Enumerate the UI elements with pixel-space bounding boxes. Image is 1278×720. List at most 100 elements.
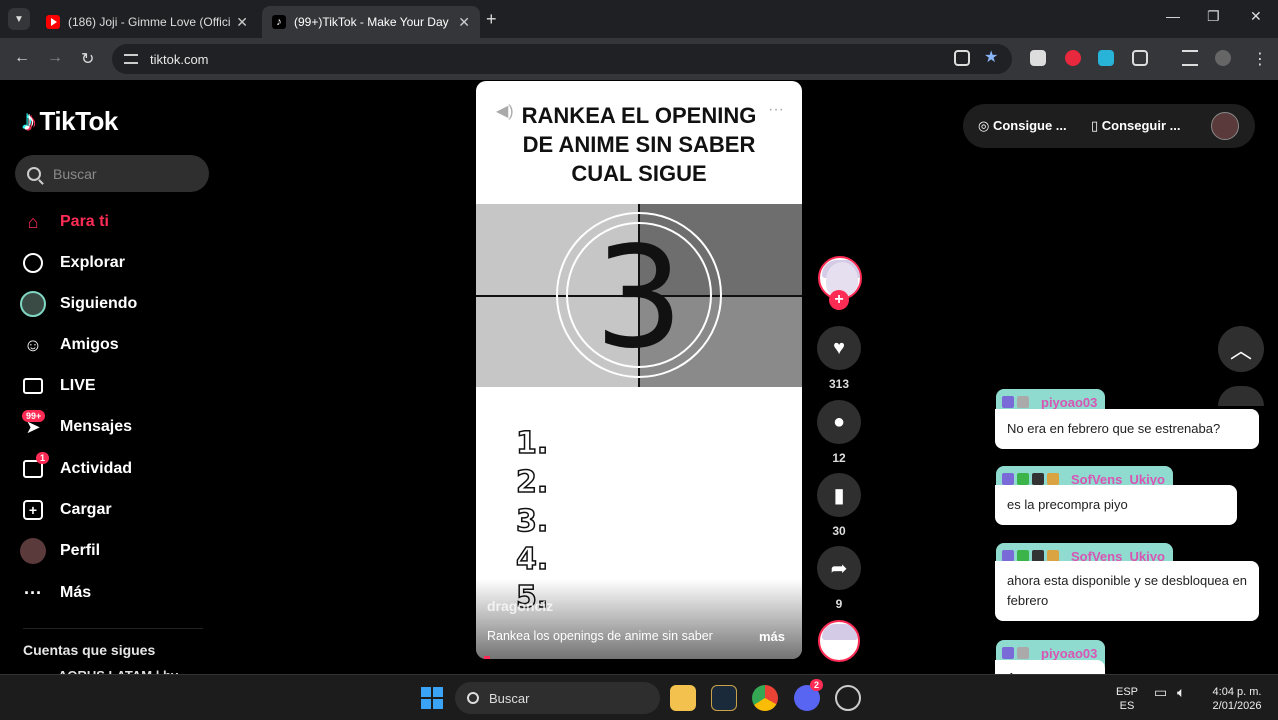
- tab-search-button[interactable]: ▼: [8, 8, 30, 30]
- tab-tiktok[interactable]: ♪ (99+)TikTok - Make Your Day ✕: [262, 6, 480, 38]
- tab-title: (99+)TikTok - Make Your Day: [294, 15, 449, 29]
- get-coins-label: Consigue ...: [992, 118, 1067, 133]
- get-app-button[interactable]: ▯ Conseguir ...: [1091, 118, 1181, 134]
- search-placeholder: Buscar: [53, 165, 97, 182]
- upload-icon: +: [20, 497, 46, 523]
- search-input[interactable]: Buscar: [15, 155, 209, 192]
- sidebar-item-actividad[interactable]: 1 Actividad: [20, 452, 133, 484]
- bookmark-star-icon[interactable]: ★: [984, 47, 998, 67]
- close-tab-icon[interactable]: ✕: [458, 14, 470, 31]
- new-tab-button[interactable]: +: [486, 9, 497, 30]
- chrome-menu-icon[interactable]: ⋮: [1252, 49, 1268, 69]
- video-player[interactable]: RANKEA EL OPENING DE ANIME SIN SABER CUA…: [476, 81, 802, 659]
- extension-icon[interactable]: [1030, 50, 1046, 66]
- sidebar-item-cargar[interactable]: + Cargar: [20, 495, 112, 525]
- browser-toolbar: ← → ↻ tiktok.com ★ ⋮: [0, 38, 1278, 80]
- sidebar-item-perfil[interactable]: Perfil: [20, 536, 100, 566]
- sound-disc-avatar[interactable]: [818, 620, 860, 662]
- activity-icon: 1: [20, 452, 50, 482]
- sidebar-item-mensajes[interactable]: ➤ 99+ Mensajes: [20, 410, 133, 442]
- rank-number: 2.: [515, 464, 549, 501]
- logo-text: TikTok: [39, 105, 119, 136]
- badge-icon: [1002, 473, 1014, 485]
- sidebar-item-label: Actividad: [60, 460, 133, 477]
- site-settings-icon[interactable]: [124, 54, 138, 64]
- sidebar-item-live[interactable]: LIVE: [20, 371, 96, 401]
- minimize-icon[interactable]: —: [1166, 8, 1180, 24]
- badge-icon: [1032, 473, 1044, 485]
- sidebar-item-amigos[interactable]: ☺ Amigos: [20, 330, 119, 360]
- video-progress-bar[interactable]: [484, 656, 490, 659]
- file-explorer-icon[interactable]: [670, 685, 696, 711]
- comment-count: 12: [832, 451, 846, 465]
- chat-username-text: piyoao03: [1041, 394, 1098, 410]
- previous-video-button[interactable]: ︿: [1218, 326, 1264, 372]
- discord-icon[interactable]: 2: [794, 679, 824, 711]
- search-icon: [27, 166, 41, 181]
- sidebar-item-siguiendo[interactable]: Siguiendo: [20, 289, 137, 319]
- video-more-icon[interactable]: ···: [768, 101, 784, 119]
- install-app-icon[interactable]: [954, 50, 970, 66]
- header-actions: ◎ Consigue ... ▯ Conseguir ...: [963, 104, 1255, 148]
- league-client-icon[interactable]: [711, 685, 737, 711]
- close-tab-icon[interactable]: ✕: [236, 14, 248, 31]
- back-icon[interactable]: ←: [14, 49, 30, 67]
- sidebar-item-mas[interactable]: ··· Más: [20, 578, 91, 608]
- heart-icon: ♥: [833, 336, 845, 359]
- next-video-button[interactable]: [1218, 386, 1264, 406]
- extension-red-icon[interactable]: [1065, 50, 1081, 66]
- share-count: 9: [835, 597, 843, 611]
- chevron-up-icon: ︿: [1229, 338, 1252, 363]
- close-window-icon[interactable]: ✕: [1250, 8, 1262, 25]
- volume-icon[interactable]: 🔈︎: [1177, 685, 1185, 699]
- rank-number: 4.: [515, 541, 549, 578]
- sidebar-item-para-ti[interactable]: ⌂ Para ti: [20, 207, 109, 237]
- badge-icon: [1002, 396, 1014, 408]
- puzzle-icon[interactable]: [1132, 50, 1148, 66]
- video-author[interactable]: dragonciz: [487, 598, 553, 614]
- youtube-icon: [46, 15, 60, 29]
- sidebar-item-label: LIVE: [60, 377, 96, 394]
- tiktok-logo[interactable]: ♪ TikTok: [22, 105, 118, 137]
- save-button[interactable]: ▮: [817, 473, 861, 517]
- address-bar[interactable]: tiktok.com: [112, 44, 1012, 74]
- extension-translate-icon[interactable]: [1098, 50, 1114, 66]
- share-arrow-icon: ➦: [830, 557, 848, 580]
- windows-start-icon[interactable]: [421, 687, 443, 709]
- tiktok-note-icon: ♪: [22, 105, 36, 136]
- sidebar-item-explorar[interactable]: Explorar: [20, 248, 125, 278]
- network-icon[interactable]: ▭: [1154, 685, 1167, 699]
- clock[interactable]: 4:04 p. m. 2/01/2026: [1204, 685, 1270, 713]
- badge-icon: [1017, 396, 1029, 408]
- sidebar-item-label: Más: [60, 584, 92, 601]
- sidebar-item-label: Mensajes: [60, 418, 133, 435]
- profile-icon[interactable]: [1215, 50, 1231, 66]
- language-indicator[interactable]: ESP ES: [1116, 685, 1138, 713]
- comment-button[interactable]: ●: [817, 400, 861, 444]
- share-button[interactable]: ➦: [817, 546, 861, 590]
- sidebar-item-label: Amigos: [60, 336, 119, 353]
- restore-icon[interactable]: ❐: [1207, 8, 1220, 25]
- forward-icon[interactable]: →: [47, 49, 63, 67]
- follow-plus-button[interactable]: +: [829, 290, 849, 310]
- title-line: CUAL SIGUE: [571, 161, 707, 186]
- video-caption-fade: [476, 579, 802, 659]
- taskbar-search[interactable]: Buscar: [455, 682, 660, 714]
- tab-youtube[interactable]: (186) Joji - Gimme Love (Officia ✕: [36, 6, 258, 38]
- user-avatar[interactable]: [1211, 112, 1239, 140]
- like-button[interactable]: ♥: [817, 326, 861, 370]
- chrome-icon[interactable]: [752, 685, 778, 711]
- reload-icon[interactable]: ↻: [81, 49, 94, 69]
- countdown-graphic: 3: [476, 204, 802, 387]
- steam-icon[interactable]: [835, 685, 861, 711]
- get-coins-button[interactable]: ◎ Consigue ...: [978, 118, 1067, 134]
- get-app-label: Conseguir ...: [1101, 118, 1181, 133]
- media-control-icon[interactable]: [1182, 50, 1198, 66]
- caption-more-link[interactable]: más: [759, 629, 785, 644]
- countdown-number: 3: [594, 217, 684, 380]
- volume-icon[interactable]: ◀): [496, 101, 514, 121]
- chat-message: es la precompra piyo: [995, 485, 1237, 525]
- tab-title: (186) Joji - Gimme Love (Officia: [68, 15, 231, 29]
- sidebar-item-label: Siguiendo: [60, 295, 138, 312]
- rank-number: 1.: [515, 425, 549, 462]
